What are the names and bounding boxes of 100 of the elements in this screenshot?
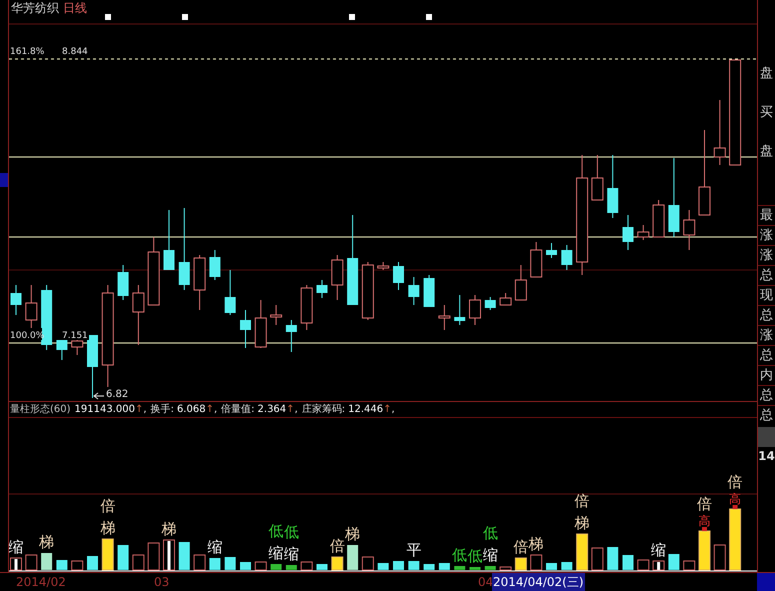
candlestick — [607, 154, 618, 218]
level-price: 8.844 — [62, 47, 88, 57]
panel-label: 盘 — [760, 65, 773, 83]
candlestick — [316, 280, 328, 298]
volume-tag: 低 — [468, 547, 482, 565]
candlestick — [454, 294, 466, 326]
candlestick — [714, 100, 726, 166]
panel-label: 涨 — [758, 325, 775, 345]
panel-label: 涨 — [758, 245, 775, 265]
separator: , — [392, 402, 395, 416]
volume-tag: 梯 — [39, 533, 54, 551]
candlestick — [224, 270, 236, 316]
star-marker-icon — [426, 14, 432, 20]
candlestick — [561, 244, 572, 270]
separator: , — [294, 402, 298, 416]
panel-label: 买 — [760, 104, 773, 122]
candlestick — [132, 284, 144, 346]
volume-tag: 倍 — [728, 473, 743, 491]
candlestick — [118, 264, 129, 300]
candlestick — [683, 210, 696, 250]
candlestick — [408, 276, 420, 306]
candlestick — [438, 304, 450, 330]
candlestick — [591, 154, 604, 200]
up-arrow-icon: ↑ — [383, 402, 392, 416]
indicator-value: 191143.000 — [74, 402, 135, 416]
volume-tag: 倍 — [574, 492, 590, 510]
panel-label: 总 — [758, 345, 775, 365]
up-arrow-icon: ↑ — [134, 402, 144, 416]
low-price-label: 6.82 — [106, 389, 128, 400]
volume-tag: 梯 — [345, 525, 360, 543]
volume-tag: 缩 — [207, 538, 222, 556]
panel-label: 总 — [758, 305, 775, 325]
panel-value: 14 — [758, 448, 775, 465]
up-arrow-icon: ↑ — [286, 402, 295, 416]
panel-label: 总 — [758, 405, 775, 425]
stock-name: 华芳纺织 — [11, 1, 59, 15]
volume-tag: 缩 — [284, 545, 299, 563]
candlestick — [424, 274, 435, 308]
corner-block — [757, 573, 775, 591]
volume-tag: 倍 — [513, 538, 528, 556]
star-marker-icon — [105, 14, 111, 20]
volume-tag: 梯 — [574, 514, 590, 532]
volume-tag: 缩 — [651, 541, 666, 559]
candlestick — [254, 300, 267, 348]
separator: , — [214, 402, 218, 416]
cursor-date: 2014/04/02(三) — [492, 573, 585, 591]
indicator-value: 12.446 — [348, 402, 384, 416]
volume-tag: 梯 — [162, 520, 176, 538]
volume-tag: 梯 — [100, 519, 116, 537]
candlestick — [652, 200, 665, 238]
panel-label: 最 — [758, 205, 775, 225]
star-marker-icon — [349, 14, 355, 20]
volume-tag: 高 — [698, 514, 710, 528]
volume-tag: 缩 — [268, 544, 284, 562]
separator: , — [143, 402, 147, 416]
volume-tag: 缩 — [482, 546, 498, 564]
panel-label: 现 — [758, 285, 775, 305]
candlestick — [469, 294, 481, 326]
candlestick — [300, 284, 313, 330]
candlestick — [393, 262, 404, 290]
volume-tag: 低 — [268, 522, 284, 540]
marker-block-icon — [0, 173, 8, 187]
indicator-label: 倍量值: — [221, 402, 255, 416]
up-arrow-icon: ↑ — [206, 402, 214, 416]
candlestick — [484, 296, 496, 310]
candlestick — [362, 262, 374, 320]
indicator-label: 庄家筹码: — [302, 402, 346, 416]
candlestick — [286, 320, 297, 352]
candlestick — [270, 304, 282, 326]
candlestick — [377, 262, 390, 270]
candlestick — [240, 310, 251, 348]
candlestick — [164, 210, 174, 270]
candlestick — [87, 334, 98, 398]
volume-tag: 低 — [482, 524, 498, 542]
low-arrow-icon — [93, 392, 104, 400]
candlestick — [546, 242, 557, 258]
panel-label: 内 — [758, 365, 775, 385]
panel-label: 总 — [758, 265, 775, 285]
indicator-label: 换手: — [150, 402, 174, 416]
candlestick — [530, 242, 542, 278]
volume-tag: 平 — [406, 541, 422, 559]
month-label: 04 — [478, 574, 494, 591]
panel-label: 总 — [758, 385, 775, 405]
candlestick — [637, 224, 650, 240]
indicator-value: 2.364 — [258, 402, 286, 416]
level-price: 7.151 — [62, 331, 88, 341]
panel-label: 涨 — [758, 225, 775, 245]
candlestick — [10, 284, 22, 316]
month-label: 2014/02 — [16, 574, 66, 591]
indicator-value: 6.068 — [176, 402, 206, 416]
indicator-name: 量柱形态(60) — [10, 402, 71, 416]
volume-tag: 低 — [284, 523, 299, 541]
period-label: 日线 — [63, 1, 87, 15]
candlestick — [331, 254, 344, 300]
volume-tag: 高 — [729, 492, 742, 506]
candlestick — [194, 254, 206, 310]
level-ratio: 161.8% — [10, 47, 44, 57]
volume-tag: 缩 — [9, 538, 24, 556]
star-marker-icon — [182, 14, 188, 20]
volume-tag: 倍 — [330, 537, 345, 555]
